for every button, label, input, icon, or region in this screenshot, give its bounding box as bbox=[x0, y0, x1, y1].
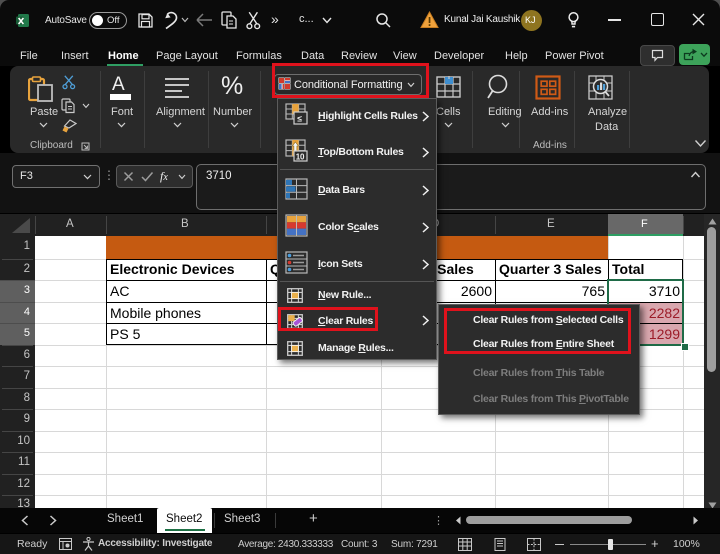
svg-text:10: 10 bbox=[296, 152, 305, 161]
svg-text:≤: ≤ bbox=[297, 114, 302, 124]
